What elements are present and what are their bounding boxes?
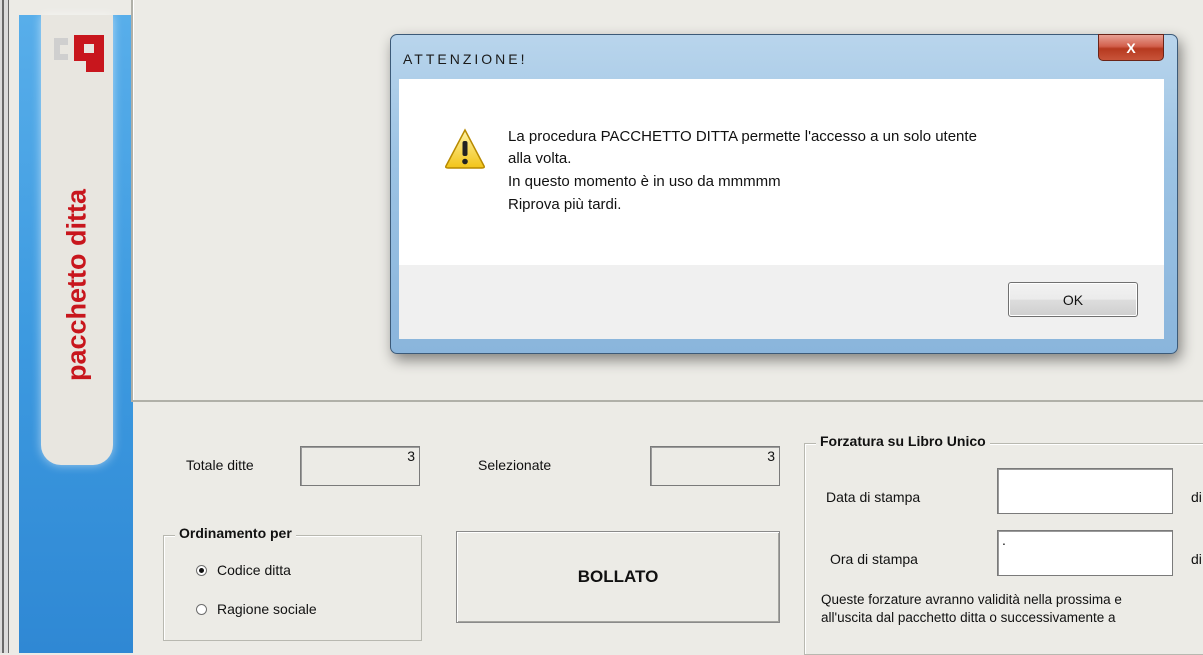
selected-field[interactable]: 3 xyxy=(650,446,780,486)
selected-label: Selezionate xyxy=(478,457,552,473)
message-line: La procedura PACCHETTO DITTA permette l'… xyxy=(508,128,977,145)
ordering-group xyxy=(163,535,422,641)
dialog-title: ATTENZIONE! xyxy=(403,51,528,67)
dialog-body xyxy=(399,79,1164,265)
sidebar-title-text: pacchetto ditta xyxy=(61,188,92,382)
date-input[interactable] xyxy=(997,468,1173,514)
total-field[interactable]: 3 xyxy=(300,446,420,486)
warning-icon xyxy=(445,128,485,169)
message-line: Riprova più tardi. xyxy=(508,196,622,213)
cp-logo-icon-red xyxy=(74,35,104,72)
cp-logo-icon xyxy=(54,38,68,60)
time-label: Ora di stampa xyxy=(830,551,918,567)
bollato-button[interactable]: BOLLATO xyxy=(456,531,780,623)
radio-codice-ditta[interactable]: Codice ditta xyxy=(196,562,291,578)
close-button[interactable]: X xyxy=(1098,34,1164,61)
close-icon: X xyxy=(1126,39,1136,56)
message-line: In questo momento è in uso da mmmmm xyxy=(508,173,781,190)
radio-selected-icon[interactable] xyxy=(196,564,207,576)
note-line: Queste forzature avranno validità nella … xyxy=(821,592,1122,607)
ordering-title: Ordinamento per xyxy=(175,525,296,541)
date-label: Data di stampa xyxy=(826,489,921,505)
time-suffix: di xyxy=(1191,551,1202,567)
date-suffix: di xyxy=(1191,489,1202,505)
radio-label: Codice ditta xyxy=(217,562,291,578)
ok-button[interactable]: OK xyxy=(1008,282,1138,317)
radio-ragione-sociale[interactable]: Ragione sociale xyxy=(196,601,317,617)
note-line: all'uscita dal pacchetto ditta o success… xyxy=(821,610,1116,625)
window-left-border xyxy=(0,0,9,653)
radio-unselected-icon[interactable] xyxy=(196,603,207,615)
forzatura-title: Forzatura su Libro Unico xyxy=(816,433,990,449)
time-input[interactable]: . xyxy=(997,530,1173,576)
radio-label: Ragione sociale xyxy=(217,601,317,617)
total-label: Totale ditte xyxy=(186,457,254,473)
message-line: alla volta. xyxy=(508,150,572,167)
